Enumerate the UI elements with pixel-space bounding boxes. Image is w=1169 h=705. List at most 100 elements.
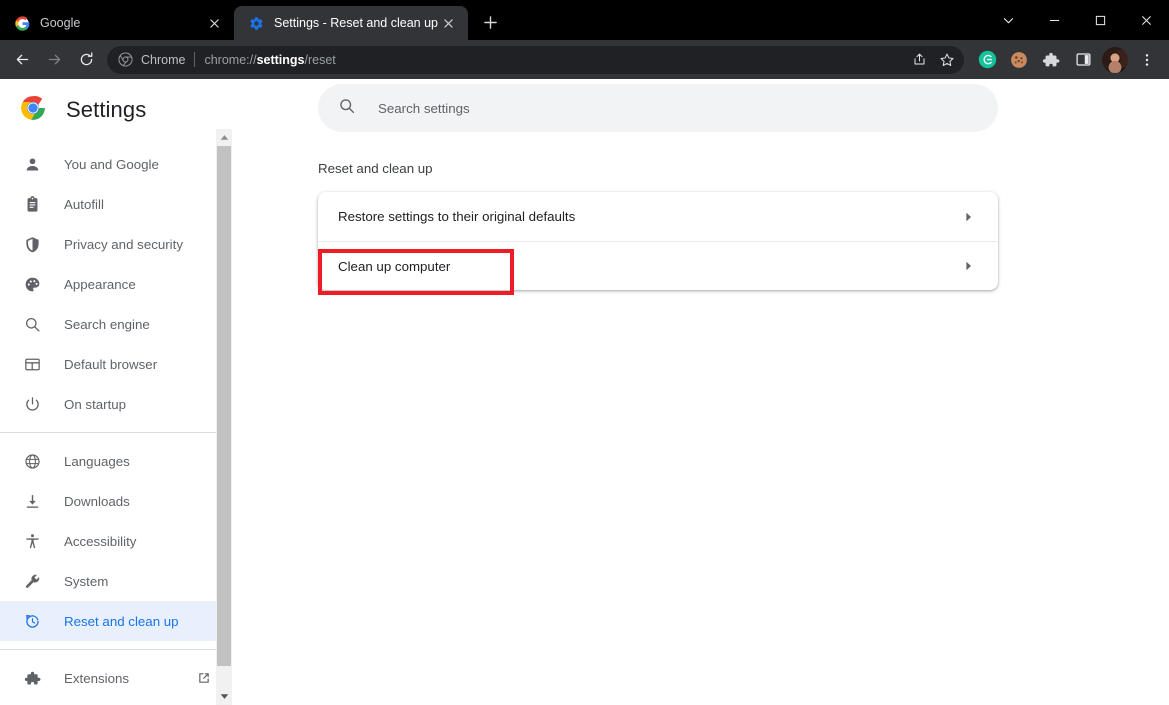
sidebar-item-accessibility[interactable]: Accessibility: [0, 521, 232, 561]
settings-nav-list: You and Google Autofill Privacy and secu…: [0, 141, 232, 698]
scroll-up-arrow-icon[interactable]: [216, 129, 232, 146]
sidebar-item-label: Languages: [64, 453, 130, 469]
omnibox-separator: [194, 52, 196, 67]
search-settings-bar[interactable]: [318, 84, 998, 132]
settings-sidebar: Settings You and Google Autofill Privacy…: [0, 79, 232, 705]
star-icon[interactable]: [934, 47, 960, 73]
search-input[interactable]: [378, 84, 998, 132]
row-restore-settings[interactable]: Restore settings to their original defau…: [318, 192, 998, 241]
sidebar-item-label: Autofill: [64, 196, 104, 212]
sidebar-item-label: Appearance: [64, 276, 136, 292]
puzzle-icon: [22, 668, 42, 688]
search-icon: [22, 314, 42, 334]
sidebar-item-label: Accessibility: [64, 533, 137, 549]
settings-brand: Settings: [0, 79, 232, 141]
chevron-right-icon: [964, 261, 974, 271]
globe-icon: [22, 451, 42, 471]
extensions-puzzle-icon[interactable]: [1036, 45, 1066, 75]
omnibox-url: chrome://settings/reset: [204, 53, 906, 67]
browser-toolbar: Chrome chrome://settings/reset: [0, 40, 1169, 79]
cookie-extension-icon[interactable]: [1004, 45, 1034, 75]
tab-title: Settings - Reset and clean up: [274, 16, 438, 30]
browser-window-icon: [22, 354, 42, 374]
omnibox-chip-label: Chrome: [141, 52, 186, 67]
window-controls: [985, 0, 1169, 40]
url-prefix: chrome://: [204, 52, 257, 67]
url-path: /reset: [304, 52, 336, 67]
sidebar-item-label: Downloads: [64, 493, 130, 509]
grammarly-extension-icon[interactable]: [972, 45, 1002, 75]
sidebar-item-on-startup[interactable]: On startup: [0, 384, 232, 424]
chrome-logo-icon: [20, 95, 46, 126]
chrome-logo-icon: [117, 51, 134, 68]
shield-icon: [22, 234, 42, 254]
maximize-icon[interactable]: [1077, 4, 1123, 36]
row-label: Clean up computer: [338, 258, 451, 274]
browser-tab-google[interactable]: Google: [0, 6, 234, 40]
sidebar-item-languages[interactable]: Languages: [0, 441, 232, 481]
section-heading: Reset and clean up: [318, 161, 433, 176]
back-arrow-icon[interactable]: [7, 45, 37, 75]
sidebar-item-label: You and Google: [64, 156, 159, 172]
tab-title: Google: [40, 16, 81, 30]
sidebar-item-autofill[interactable]: Autofill: [0, 184, 232, 224]
sidebar-item-label: On startup: [64, 396, 127, 412]
sidebar-divider: [0, 649, 232, 650]
settings-page: Settings You and Google Autofill Privacy…: [0, 79, 1169, 705]
side-panel-icon[interactable]: [1068, 45, 1098, 75]
minimize-icon[interactable]: [1031, 4, 1077, 36]
share-icon[interactable]: [906, 47, 932, 73]
tab-search-chevron-down-icon[interactable]: [985, 4, 1031, 36]
close-icon[interactable]: [1123, 4, 1169, 36]
new-tab-button[interactable]: [476, 8, 504, 36]
person-icon: [22, 154, 42, 174]
address-bar[interactable]: Chrome chrome://settings/reset: [107, 45, 964, 74]
sidebar-item-label: Extensions: [64, 670, 130, 686]
search-icon: [338, 97, 356, 120]
settings-main-content: Reset and clean up Restore settings to t…: [232, 79, 1169, 705]
download-icon: [22, 491, 42, 511]
google-g-icon: [14, 15, 30, 31]
scroll-down-arrow-icon[interactable]: [216, 688, 232, 705]
sidebar-item-label: Default browser: [64, 356, 158, 372]
three-dot-menu-icon[interactable]: [1132, 45, 1162, 75]
reload-icon[interactable]: [71, 45, 101, 75]
sidebar-scrollbar[interactable]: [216, 129, 232, 705]
open-in-new-icon: [196, 670, 212, 686]
tab-list: Google Settings - Reset and clean up: [0, 0, 504, 40]
sidebar-divider: [0, 432, 232, 433]
sidebar-item-label: Privacy and security: [64, 236, 183, 252]
scrollbar-thumb[interactable]: [217, 146, 231, 666]
close-icon[interactable]: [438, 13, 458, 33]
sidebar-item-downloads[interactable]: Downloads: [0, 481, 232, 521]
scrollbar-track[interactable]: [216, 146, 232, 688]
accessibility-icon: [22, 531, 42, 551]
sidebar-item-privacy-and-security[interactable]: Privacy and security: [0, 224, 232, 264]
sidebar-item-reset-and-clean-up[interactable]: Reset and clean up: [0, 601, 232, 641]
close-icon[interactable]: [204, 13, 224, 33]
chevron-right-icon: [964, 212, 974, 222]
settings-gear-icon: [248, 15, 264, 31]
forward-arrow-icon[interactable]: [39, 45, 69, 75]
reset-options-card: Restore settings to their original defau…: [318, 192, 998, 290]
omnibox-actions: [906, 47, 960, 73]
sidebar-item-extensions[interactable]: Extensions: [0, 658, 232, 698]
power-icon: [22, 394, 42, 414]
sidebar-item-search-engine[interactable]: Search engine: [0, 304, 232, 344]
sidebar-item-system[interactable]: System: [0, 561, 232, 601]
sidebar-item-label: Reset and clean up: [64, 613, 179, 629]
browser-tab-settings[interactable]: Settings - Reset and clean up: [234, 6, 468, 40]
tab-strip: Google Settings - Reset and clean up: [0, 0, 1169, 40]
row-label: Restore settings to their original defau…: [338, 209, 576, 224]
profile-avatar[interactable]: [1102, 46, 1128, 73]
page-title: Settings: [66, 97, 147, 122]
restore-history-icon: [22, 611, 42, 631]
sidebar-item-default-browser[interactable]: Default browser: [0, 344, 232, 384]
sidebar-item-appearance[interactable]: Appearance: [0, 264, 232, 304]
sidebar-item-label: System: [64, 573, 109, 589]
url-host: settings: [256, 52, 305, 67]
wrench-icon: [22, 571, 42, 591]
sidebar-item-you-and-google[interactable]: You and Google: [0, 144, 232, 184]
row-clean-up-computer[interactable]: Clean up computer: [318, 241, 998, 290]
clipboard-icon: [22, 194, 42, 214]
